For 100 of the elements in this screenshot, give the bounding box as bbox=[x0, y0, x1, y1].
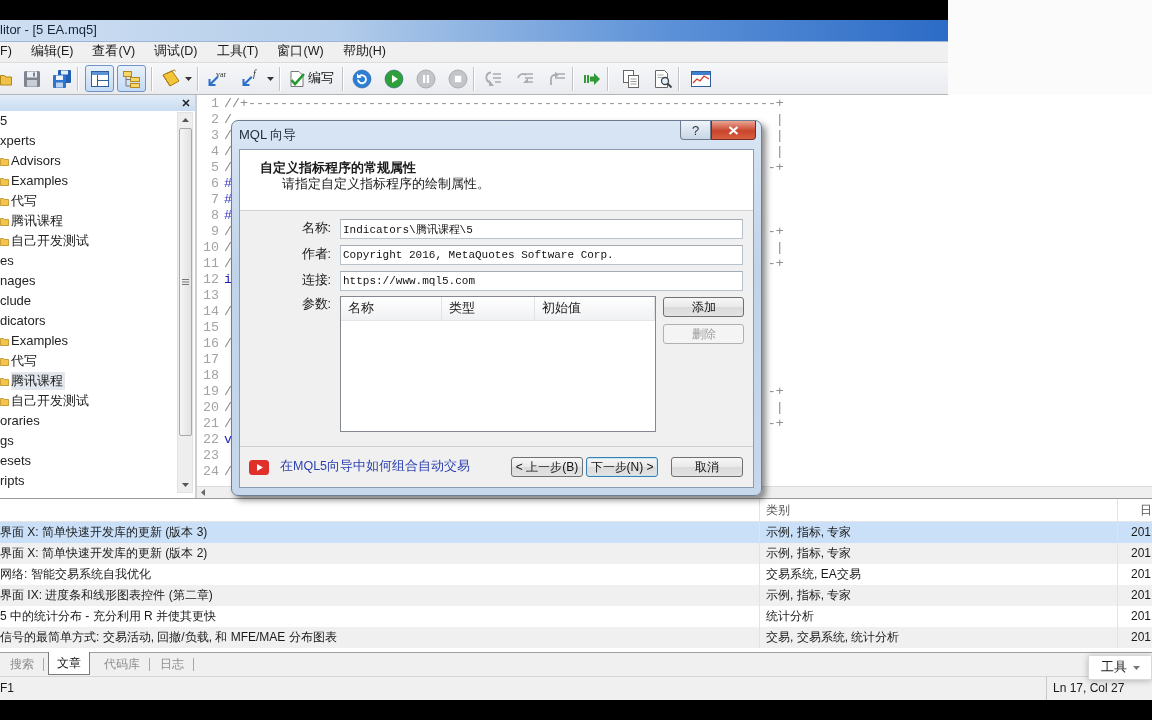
dialog-button[interactable]: 取消 bbox=[671, 457, 743, 477]
tree-item[interactable]: 5 bbox=[0, 112, 10, 130]
caret-icon[interactable] bbox=[185, 76, 192, 81]
tree-item[interactable]: nages bbox=[0, 272, 38, 290]
tree-item[interactable]: 腾讯课程 bbox=[11, 372, 65, 390]
tree-item[interactable]: 代写 bbox=[11, 352, 39, 370]
help-button[interactable]: ? bbox=[680, 121, 711, 140]
tree-boxes-icon bbox=[121, 68, 142, 89]
play-icon[interactable] bbox=[384, 68, 404, 89]
menu-item[interactable]: 查看(V) bbox=[92, 44, 136, 60]
layout-toggle[interactable] bbox=[85, 65, 114, 92]
close-button[interactable] bbox=[711, 121, 756, 140]
code-text: # bbox=[224, 208, 232, 224]
dialog-button[interactable]: 添加 bbox=[663, 297, 744, 317]
column-header[interactable]: 日 bbox=[1118, 499, 1152, 521]
table-cell-text: 201 bbox=[1130, 524, 1152, 541]
arrow-disc-icon[interactable] bbox=[352, 68, 372, 89]
arrow-down-icon[interactable] bbox=[181, 483, 189, 487]
document-search-icon[interactable] bbox=[653, 68, 673, 89]
tree-item[interactable]: es bbox=[0, 252, 16, 270]
line-number: 8 bbox=[210, 208, 220, 224]
dialog-title: MQL 向导 bbox=[239, 127, 297, 144]
line-number: 5 bbox=[210, 160, 220, 176]
video-play-icon bbox=[249, 459, 269, 475]
table-row[interactable]: 界面 X: 简单快速开发库的更新 (版本 3) 示例, 指标, 专家 201 bbox=[0, 522, 1152, 543]
code-text: / bbox=[224, 384, 232, 400]
close-icon[interactable] bbox=[182, 99, 190, 107]
menu-item[interactable]: F) bbox=[0, 44, 12, 60]
menu-item[interactable]: 工具(T) bbox=[216, 44, 259, 60]
tools-button[interactable]: 工具 bbox=[1088, 655, 1152, 680]
copy-icon[interactable] bbox=[621, 68, 641, 89]
column-header[interactable]: 初始值 bbox=[535, 297, 655, 320]
code-text: | bbox=[775, 112, 784, 128]
column-header[interactable]: 类型 bbox=[442, 297, 535, 320]
chart-window-icon[interactable] bbox=[690, 68, 712, 89]
code-text: / bbox=[224, 160, 232, 176]
tree-item[interactable]: Examples bbox=[11, 332, 71, 350]
tree-item[interactable]: oraries bbox=[0, 412, 42, 430]
scroll-thumb[interactable] bbox=[178, 128, 192, 436]
line-number: 4 bbox=[210, 144, 220, 160]
code-text: # bbox=[224, 176, 232, 192]
arrow-up-icon[interactable] bbox=[181, 118, 189, 122]
layout-toggle[interactable] bbox=[117, 65, 146, 92]
caret-icon[interactable] bbox=[267, 76, 274, 81]
code-text: / bbox=[224, 128, 232, 144]
tree-item[interactable]: clude bbox=[0, 292, 34, 310]
tree-item[interactable]: esets bbox=[0, 452, 34, 470]
tree-item[interactable]: 自己开发测试 bbox=[11, 232, 91, 250]
code-text: / bbox=[224, 256, 232, 272]
table-cell-text: 201 bbox=[1130, 545, 1152, 562]
table-cell-text: 201 bbox=[1130, 587, 1152, 604]
tree-item[interactable]: ripts bbox=[0, 472, 27, 490]
table-row[interactable]: 界面 X: 简单快速开发库的更新 (版本 2) 示例, 指标, 专家 201 bbox=[0, 543, 1152, 564]
text-field[interactable]: Copyright 2016, MetaQuotes Software Corp. bbox=[340, 245, 743, 265]
window-panes-icon bbox=[89, 68, 110, 89]
text-field[interactable]: https://www.mql5.com bbox=[340, 271, 743, 291]
table-cell: 示例, 指标, 专家 bbox=[760, 585, 1118, 606]
code-text: -+ bbox=[767, 224, 784, 240]
tree-item[interactable]: Advisors bbox=[11, 152, 63, 170]
menu-item[interactable]: 帮助(H) bbox=[342, 44, 386, 60]
tree-item[interactable]: 腾讯课程 bbox=[11, 212, 65, 230]
code-text: / bbox=[224, 464, 232, 480]
line-number: 18 bbox=[202, 368, 220, 384]
tree-item[interactable]: 代写 bbox=[11, 192, 39, 210]
code-text: //+------------------------------------------------------------------+ bbox=[224, 96, 784, 112]
field-label: 作者: bbox=[301, 247, 331, 263]
line-number: 19 bbox=[202, 384, 220, 400]
compile-button[interactable]: 编写 bbox=[285, 66, 337, 91]
dialog-button[interactable]: < 上一步(B) bbox=[511, 457, 583, 477]
tab[interactable]: 文章 bbox=[48, 652, 90, 675]
line-number: 14 bbox=[202, 304, 220, 320]
tree-item[interactable]: xperts bbox=[0, 132, 38, 150]
table-row[interactable]: 界面 IX: 进度条和线形图表控件 (第二章) 示例, 指标, 专家 201 bbox=[0, 585, 1152, 606]
floppy-disks-icon[interactable] bbox=[52, 68, 72, 89]
tree-item[interactable]: dicators bbox=[0, 312, 48, 330]
tree-item[interactable]: Examples bbox=[11, 172, 71, 190]
menu-item[interactable]: 编辑(E) bbox=[30, 44, 74, 60]
parameters-list[interactable]: 名称 类型 初始值 bbox=[340, 296, 656, 432]
tree-item[interactable]: gs bbox=[0, 432, 16, 450]
code-text: -+ bbox=[767, 256, 784, 272]
help-link[interactable]: 在MQL5向导中如何组合自动交易 bbox=[280, 459, 471, 475]
table-row[interactable]: 信号的最简单方式: 交易活动, 回撤/负载, 和 MFE/MAE 分布图表 交易, 交易系统, 统计分析 201 bbox=[0, 627, 1152, 648]
column-header[interactable]: 名称 bbox=[341, 297, 442, 320]
code-text: # bbox=[224, 192, 232, 208]
code-text: -+ bbox=[767, 160, 784, 176]
vertical-scrollbar[interactable] bbox=[177, 112, 193, 493]
line-number: 17 bbox=[202, 352, 220, 368]
menu-item[interactable]: 调试(D) bbox=[154, 44, 198, 60]
text-field[interactable]: Indicators\腾讯课程\5 bbox=[340, 219, 743, 239]
code-text: / bbox=[224, 336, 232, 352]
menu-item[interactable]: 窗口(W) bbox=[277, 44, 324, 60]
line-number: 11 bbox=[202, 256, 220, 272]
line-number: 22 bbox=[202, 432, 220, 448]
arrow-left-icon[interactable] bbox=[201, 489, 205, 496]
table-cell-text: 201 bbox=[1130, 566, 1152, 583]
table-cell: 界面 IX: 进度条和线形图表控件 (第二章) bbox=[0, 585, 760, 606]
dialog-button[interactable]: 下一步(N) > bbox=[586, 457, 658, 477]
tree-item[interactable]: 自己开发测试 bbox=[11, 392, 91, 410]
column-header[interactable]: 类别 bbox=[760, 499, 1118, 521]
field-label: 参数: bbox=[301, 297, 331, 313]
